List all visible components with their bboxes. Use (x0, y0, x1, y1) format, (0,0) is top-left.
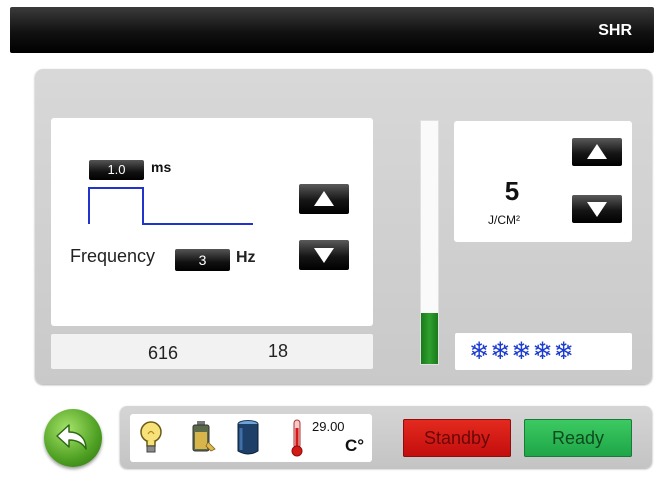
secondary-counter: 18 (268, 341, 289, 361)
back-arrow-icon (56, 424, 87, 450)
snowflake-icon: ❄ (532, 337, 553, 365)
back-button[interactable] (44, 409, 102, 467)
pulse-width-value[interactable]: 1.0 (89, 160, 144, 180)
fluence-down-button[interactable] (572, 195, 622, 223)
frequency-label: Frequency (70, 246, 156, 266)
down-arrow-icon (587, 202, 607, 217)
frequency-down-button[interactable] (299, 240, 349, 270)
fluence-value: 5 (504, 176, 520, 206)
water-tank-icon (237, 420, 259, 455)
battery-icon (192, 421, 216, 452)
ready-button[interactable]: Ready (524, 419, 632, 457)
temperature-value: 29.00 (312, 419, 345, 434)
energy-level-fill (421, 312, 438, 364)
fluence-unit: J/CM² (488, 213, 520, 227)
snowflake-icon: ❄ (511, 337, 532, 365)
standby-button[interactable]: Standby (403, 419, 511, 457)
snowflake-icon: ❄ (490, 337, 511, 365)
counter-bar (51, 334, 373, 369)
energy-level-gauge (420, 120, 439, 365)
pulse-width-unit: ms (151, 159, 172, 175)
up-arrow-icon (587, 144, 607, 159)
app-window: SHR 1.0 ms Frequency 3 Hz 616 18 5 J/CM²… (0, 0, 665, 490)
shot-counter: 616 (148, 343, 179, 363)
title-bar: SHR (10, 7, 654, 53)
snowflake-icon: ❄ (553, 337, 574, 365)
thermometer-icon (291, 419, 303, 457)
up-arrow-icon (314, 191, 334, 206)
frequency-value[interactable]: 3 (175, 249, 230, 271)
temperature-unit: C° (345, 436, 365, 455)
lightbulb-icon (140, 421, 162, 453)
pulse-waveform-graphic (88, 187, 253, 225)
app-title: SHR (598, 22, 632, 39)
cooling-level-indicator: ❄ ❄ ❄ ❄ ❄ (469, 338, 574, 364)
fluence-up-button[interactable] (572, 138, 622, 166)
frequency-up-button[interactable] (299, 184, 349, 214)
snowflake-icon: ❄ (469, 337, 490, 365)
frequency-unit: Hz (236, 249, 256, 266)
down-arrow-icon (314, 248, 334, 263)
